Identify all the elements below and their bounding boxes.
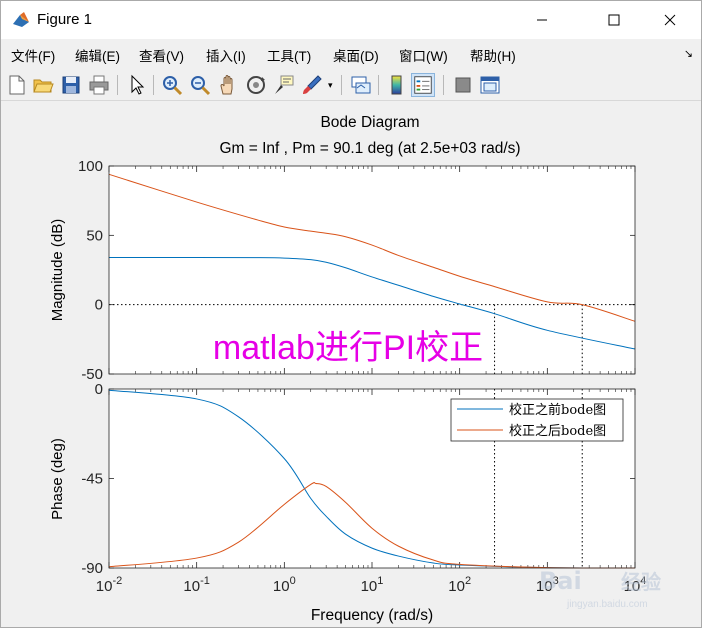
figure-toolbar: ▾	[1, 69, 701, 101]
rotate-3d-icon[interactable]	[244, 73, 268, 97]
legend-label-after: 校正之后bode图	[509, 423, 606, 439]
legend-button[interactable]	[411, 73, 435, 97]
magnitude-ylabel: Magnitude (dB)	[49, 219, 66, 322]
plot-subtitle: Gm = Inf , Pm = 90.1 deg (at 2.5e+03 rad…	[219, 140, 520, 157]
toolbar-separator	[117, 75, 118, 95]
toolbar-separator	[153, 75, 154, 95]
colorbar-icon[interactable]	[385, 73, 409, 97]
maximize-button[interactable]	[591, 1, 637, 39]
print-icon[interactable]	[87, 73, 111, 97]
menu-window[interactable]: 窗口(W)	[399, 45, 448, 65]
close-button[interactable]	[647, 1, 693, 39]
matlab-logo-icon	[13, 12, 29, 27]
new-figure-icon[interactable]	[5, 73, 29, 97]
phase-ytick-label: -45	[81, 471, 103, 488]
watermark-text: 经验	[621, 570, 661, 594]
bode-plot[interactable]: Bode Diagram Gm = Inf , Pm = 90.1 deg (a…	[1, 102, 701, 627]
plot-title: Bode Diagram	[320, 114, 419, 131]
close-icon	[664, 14, 676, 26]
xtick-label: 102	[448, 575, 471, 595]
xtick-label: 10-1	[183, 575, 209, 595]
pi-correction-annotation: matlab进行PI校正	[213, 329, 483, 367]
frequency-xlabel: Frequency (rad/s)	[311, 607, 433, 624]
phase-ytick-label: 0	[95, 381, 103, 398]
figure-canvas[interactable]: Bode Diagram Gm = Inf , Pm = 90.1 deg (a…	[1, 102, 701, 627]
menu-tools[interactable]: 工具(T)	[267, 45, 311, 65]
data-cursor-icon[interactable]	[272, 73, 296, 97]
phase-ylabel: Phase (deg)	[49, 438, 66, 520]
magnitude-ytick-label: 50	[86, 227, 103, 244]
phase-ytick-label: -90	[81, 560, 103, 577]
xtick-label: 101	[361, 575, 384, 595]
maximize-icon	[608, 14, 620, 26]
link-plot-icon[interactable]	[349, 73, 373, 97]
toolbar-separator	[341, 75, 342, 95]
legend[interactable]: 校正之前bode图 校正之后bode图	[450, 398, 624, 442]
menu-desktop[interactable]: 桌面(D)	[333, 45, 379, 65]
zoom-out-icon[interactable]	[188, 73, 212, 97]
show-plot-tools-icon[interactable]	[478, 73, 502, 97]
toolbar-separator	[443, 75, 444, 95]
save-icon[interactable]	[59, 73, 83, 97]
xtick-label: 10-2	[96, 575, 122, 595]
baidu-watermark: Bai 经验 jingyan.baidu.com	[539, 567, 661, 610]
menu-view[interactable]: 查看(V)	[139, 45, 184, 65]
zoom-in-icon[interactable]	[160, 73, 184, 97]
xtick-label: 100	[273, 575, 296, 595]
magnitude-ytick-label: 100	[78, 158, 103, 175]
brush-dropdown-chevron-down-icon[interactable]: ▾	[328, 80, 333, 91]
window-title: Figure 1	[37, 11, 93, 28]
menu-edit[interactable]: 编辑(E)	[75, 45, 120, 65]
minimize-button[interactable]	[519, 1, 565, 39]
watermark-url: jingyan.baidu.com	[566, 599, 648, 610]
brush-icon[interactable]	[300, 73, 324, 97]
title-bar[interactable]: Figure 1	[1, 1, 701, 39]
legend-label-before: 校正之前bode图	[509, 402, 606, 418]
menu-file[interactable]: 文件(F)	[11, 45, 55, 65]
pointer-icon[interactable]	[125, 73, 149, 97]
hide-plot-tools-icon[interactable]	[451, 73, 475, 97]
magnitude-ytick-label: 0	[95, 297, 103, 314]
figure-window: Figure 1 文件(F) 编辑(E) 查看(V) 插入(I) 工具(T) 桌…	[0, 0, 702, 628]
pan-hand-icon[interactable]	[216, 73, 240, 97]
open-file-icon[interactable]	[31, 73, 55, 97]
minimize-icon	[537, 19, 547, 21]
menu-overflow-arrow-icon[interactable]: ↘	[684, 47, 693, 60]
toolbar-separator	[378, 75, 379, 95]
legend-icon	[414, 76, 432, 94]
watermark-logo-text: Bai	[539, 567, 582, 595]
menu-help[interactable]: 帮助(H)	[470, 45, 516, 65]
menu-bar: 文件(F) 编辑(E) 查看(V) 插入(I) 工具(T) 桌面(D) 窗口(W…	[1, 41, 701, 67]
menu-insert[interactable]: 插入(I)	[206, 45, 246, 65]
